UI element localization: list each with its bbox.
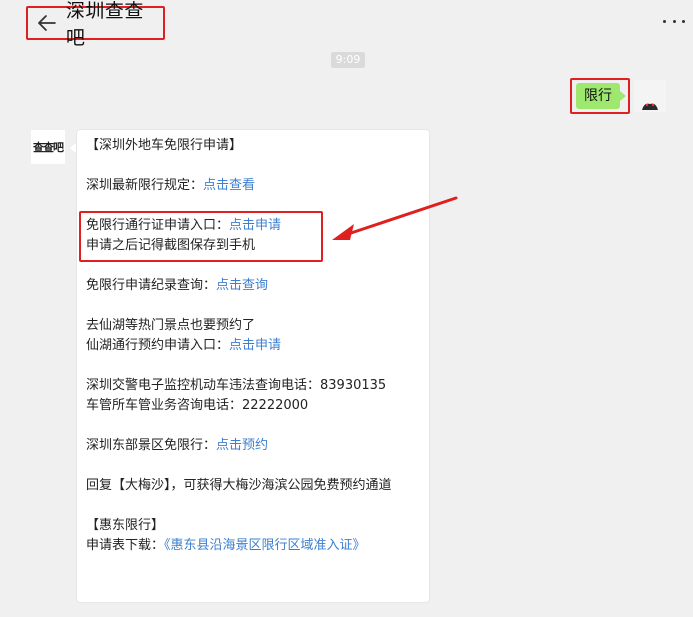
chat-title: 深圳查查吧 — [65, 0, 144, 49]
chat-window: 深圳查查吧 9:09 限行 查查吧 【深圳外地车免限行申请】 深圳最新限行规定：… — [0, 0, 693, 617]
message-link[interactable]: 《惠东县沿海景区限行区域准入证》 — [164, 538, 366, 553]
message-line: 去仙湖等热门景点也要预约了 — [86, 318, 256, 333]
message-line: 深圳交警电子监控机动车违法查询电话：83930135 — [86, 378, 387, 393]
message-line: 车管所车管业务咨询电话：22222000 — [86, 398, 309, 413]
highlight-box — [79, 211, 323, 262]
arrow-left-icon — [38, 15, 56, 31]
more-icon[interactable] — [663, 16, 685, 26]
message-link[interactable]: 点击查看 — [203, 178, 255, 193]
message-line: 申请表下载：《惠东县沿海景区限行区域准入证》 — [86, 538, 366, 553]
message-link[interactable]: 点击预约 — [216, 438, 268, 453]
message-line: 【惠东限行】 — [86, 518, 165, 533]
message-line: 深圳最新限行规定：点击查看 — [86, 178, 256, 193]
user-avatar-image — [634, 80, 666, 112]
message-link[interactable]: 点击查询 — [216, 278, 268, 293]
message-line: 回复【大梅沙】，可获得大梅沙海滨公园免费预约通道 — [86, 478, 392, 493]
sent-message-bubble[interactable]: 限行 — [576, 83, 620, 109]
sent-bubble-tail — [620, 91, 626, 101]
user-avatar[interactable] — [634, 80, 666, 112]
back-button[interactable]: 深圳查查吧 — [26, 0, 165, 49]
message-line: 【深圳外地车免限行申请】 — [86, 138, 243, 153]
message-link[interactable]: 点击申请 — [229, 338, 281, 353]
bot-avatar[interactable]: 查查吧 — [31, 130, 65, 164]
message-line: 深圳东部景区免限行：点击预约 — [86, 438, 269, 453]
message-line: 仙湖通行预约申请入口：点击申请 — [86, 338, 282, 353]
timestamp: 9:09 — [331, 52, 365, 68]
message-line: 免限行申请纪录查询：点击查询 — [86, 278, 269, 293]
red-arrow-annotation — [332, 196, 458, 240]
header: 深圳查查吧 — [0, 0, 693, 49]
